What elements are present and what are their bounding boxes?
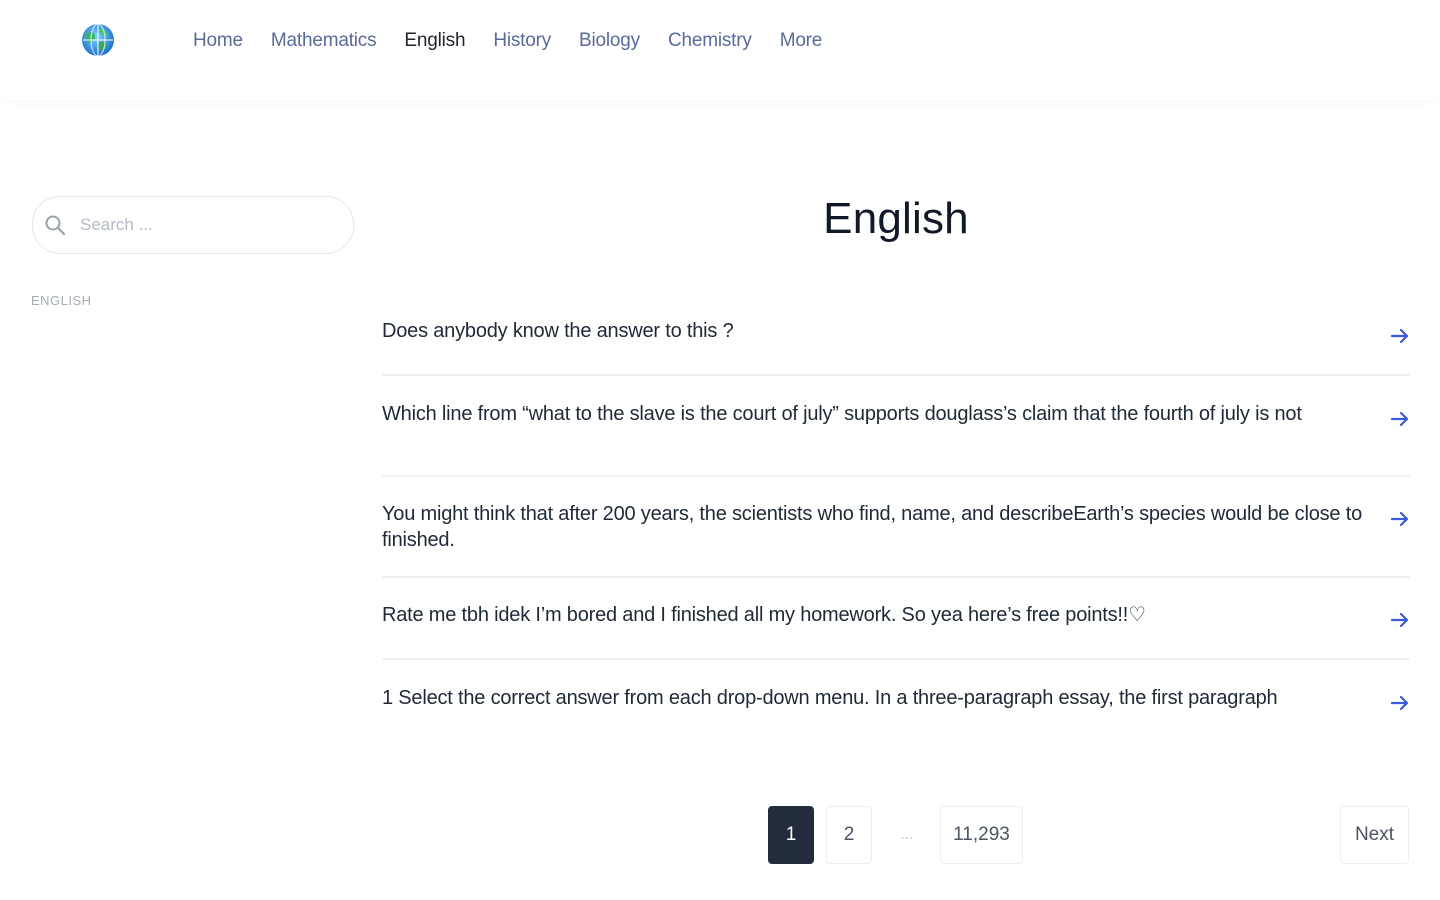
nav-more[interactable]: More [780,30,823,52]
question-item[interactable]: Does anybody know the answer to this ? [382,300,1410,376]
site-header: Home Mathematics English History Biology… [0,0,1440,100]
page-button-current[interactable]: 1 [768,806,814,864]
question-text[interactable]: Does anybody know the answer to this ? [382,300,1362,344]
nav-home[interactable]: Home [193,30,243,52]
nav-history[interactable]: History [493,30,551,52]
arrow-right-icon[interactable] [1390,511,1410,527]
nav-biology[interactable]: Biology [579,30,640,52]
question-text[interactable]: 1 Select the correct answer from each dr… [382,660,1362,711]
nav-chemistry[interactable]: Chemistry [668,30,752,52]
question-text[interactable]: Rate me tbh idek I’m bored and I finishe… [382,578,1362,628]
page-button-2[interactable]: 2 [826,806,872,864]
page-button-last[interactable]: 11,293 [940,806,1023,864]
question-item[interactable]: 1 Select the correct answer from each dr… [382,660,1410,760]
question-item[interactable]: Which line from “what to the slave is th… [382,376,1410,477]
next-button[interactable]: Next [1340,806,1409,864]
search-icon [45,215,66,236]
question-item[interactable]: Rate me tbh idek I’m bored and I finishe… [382,578,1410,660]
question-text[interactable]: You might think that after 200 years, th… [382,477,1362,553]
question-list: Does anybody know the answer to this ? W… [382,300,1410,760]
arrow-right-icon[interactable] [1390,612,1410,628]
main-nav: Home Mathematics English History Biology… [193,30,822,52]
question-text[interactable]: Which line from “what to the slave is th… [382,376,1362,427]
nav-mathematics[interactable]: Mathematics [271,30,377,52]
nav-english[interactable]: English [404,30,465,52]
globe-logo-icon[interactable] [80,22,116,58]
question-item[interactable]: You might think that after 200 years, th… [382,477,1410,578]
arrow-right-icon[interactable] [1390,328,1410,344]
arrow-right-icon[interactable] [1390,411,1410,427]
pagination-ellipsis: ... [900,826,914,843]
category-label: ENGLISH [31,293,92,308]
page-title: English [823,194,969,243]
arrow-right-icon[interactable] [1390,695,1410,711]
search-input[interactable] [80,206,340,244]
